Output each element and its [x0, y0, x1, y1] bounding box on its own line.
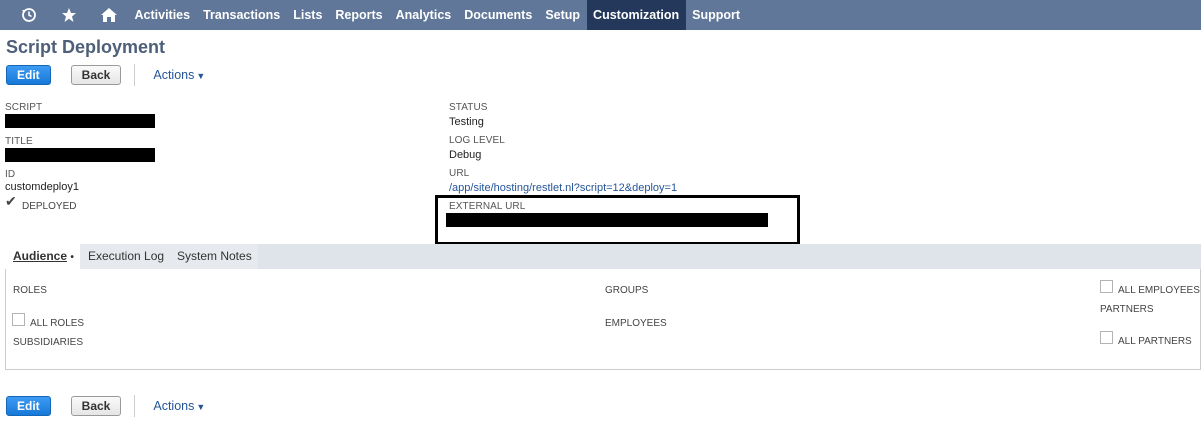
title-label: TITLE	[5, 136, 33, 147]
actions-menu-bottom[interactable]: Actions ▼	[153, 399, 205, 413]
nav-customization[interactable]: Customization	[586, 0, 686, 30]
log-level-label: LOG LEVEL	[449, 135, 505, 146]
recent-records-icon[interactable]	[16, 0, 42, 30]
actions-label-bottom: Actions	[153, 399, 195, 413]
title-value-redacted	[5, 148, 155, 162]
top-nav: Activities Transactions Lists Reports An…	[0, 0, 1201, 30]
nav-setup[interactable]: Setup	[539, 0, 587, 30]
nav-documents[interactable]: Documents	[458, 0, 539, 30]
external-url-value-redacted	[446, 213, 768, 227]
edit-button-bottom[interactable]: Edit	[6, 396, 51, 416]
all-employees-checkbox[interactable]	[1100, 280, 1113, 293]
nav-reports[interactable]: Reports	[329, 0, 389, 30]
all-roles-label: ALL ROLES	[30, 318, 85, 329]
top-toolbar: Edit Back Actions ▼	[6, 64, 205, 86]
employees-label: EMPLOYEES	[605, 318, 667, 329]
tab-execution-log[interactable]: Execution Log	[80, 244, 169, 269]
nav-support[interactable]: Support	[686, 0, 747, 30]
url-label: URL	[449, 168, 470, 179]
roles-label: ROLES	[13, 285, 47, 296]
caret-down-icon: ▼	[196, 402, 206, 412]
deployed-label: DEPLOYED	[22, 201, 77, 212]
edit-button[interactable]: Edit	[6, 65, 51, 85]
external-url-label: EXTERNAL URL	[449, 201, 526, 212]
tab-system-notes[interactable]: System Notes	[169, 244, 258, 269]
tab-audience-marker: •	[70, 252, 74, 263]
partners-label: PARTNERS	[1100, 304, 1154, 315]
groups-label: GROUPS	[605, 285, 649, 296]
tab-audience[interactable]: Audience •	[5, 244, 80, 269]
status-value: Testing	[449, 116, 484, 128]
star-icon[interactable]	[56, 0, 82, 30]
status-label: STATUS	[449, 102, 488, 113]
url-link[interactable]: /app/site/hosting/restlet.nl?script=12&d…	[449, 182, 677, 194]
checkmark-icon: ✔	[5, 193, 17, 209]
page-title: Script Deployment	[6, 37, 166, 57]
all-employees-label: ALL EMPLOYEES	[1118, 285, 1200, 296]
tab-audience-label: Audience	[13, 249, 68, 263]
toolbar-divider-bottom	[134, 395, 136, 417]
bottom-toolbar: Edit Back Actions ▼	[6, 395, 205, 417]
back-button-bottom[interactable]: Back	[70, 396, 122, 416]
log-level-value: Debug	[449, 149, 482, 161]
all-partners-label: ALL PARTNERS	[1118, 336, 1192, 347]
deployed-checkbox[interactable]: ✔	[5, 193, 18, 209]
id-label: ID	[5, 169, 16, 180]
actions-label: Actions	[153, 68, 195, 82]
tab-system-notes-label: System Notes	[177, 249, 252, 263]
caret-down-icon: ▼	[196, 71, 206, 81]
script-label: SCRIPT	[5, 102, 43, 113]
back-button[interactable]: Back	[70, 65, 122, 85]
audience-panel	[5, 269, 1201, 370]
id-value: customdeploy1	[5, 181, 79, 193]
nav-lists[interactable]: Lists	[287, 0, 329, 30]
nav-activities[interactable]: Activities	[128, 0, 197, 30]
subsidiaries-label: SUBSIDIARIES	[13, 337, 84, 348]
toolbar-divider	[134, 64, 136, 86]
nav-transactions[interactable]: Transactions	[197, 0, 287, 30]
all-partners-checkbox[interactable]	[1100, 331, 1113, 344]
tab-execution-log-label: Execution Log	[88, 249, 165, 263]
all-roles-checkbox[interactable]	[12, 313, 25, 326]
nav-analytics[interactable]: Analytics	[389, 0, 458, 30]
subtab-bar: Audience • Execution Log System Notes	[5, 244, 1201, 269]
home-icon[interactable]	[96, 0, 122, 30]
script-value-redacted	[5, 114, 155, 128]
actions-menu[interactable]: Actions ▼	[153, 68, 205, 82]
